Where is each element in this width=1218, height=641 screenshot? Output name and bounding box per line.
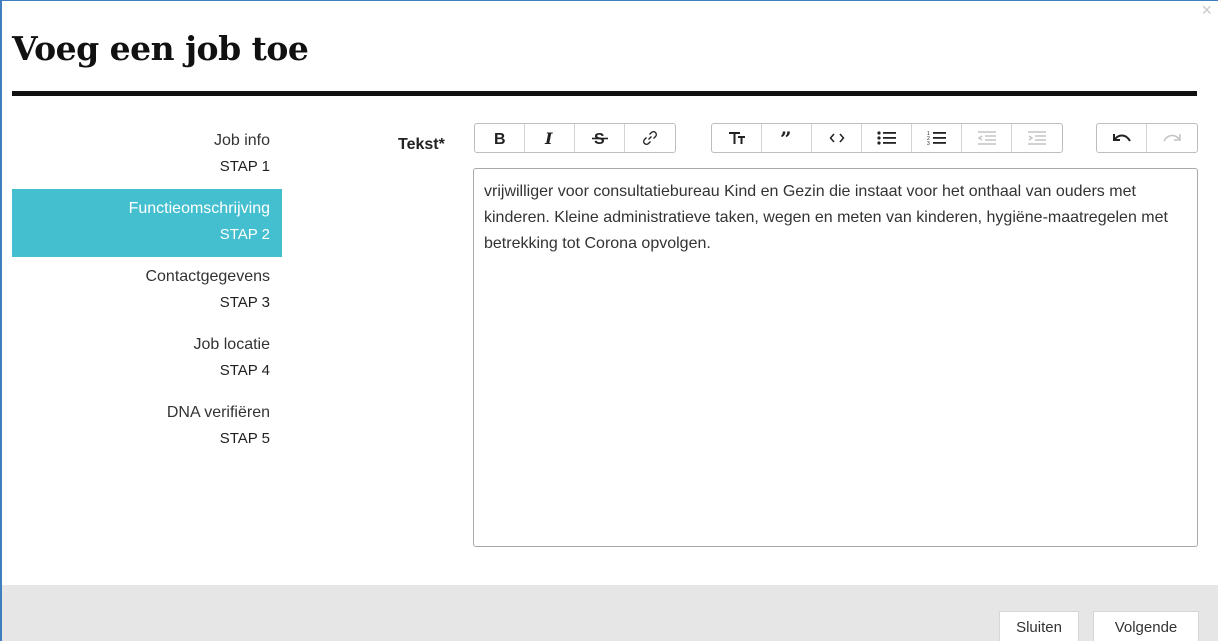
close-button[interactable]: Sluiten [999,611,1079,641]
code-icon[interactable] [812,124,862,152]
svg-text:B: B [494,131,506,146]
indent-icon[interactable] [1012,124,1062,152]
next-button[interactable]: Volgende [1093,611,1199,641]
step-number: STAP 3 [219,294,270,311]
step-number: STAP 2 [219,226,270,243]
toolbar-group-blocks: ” 123 [711,123,1063,153]
step-label: Functieomschrijving [128,200,270,217]
bullet-list-icon[interactable] [862,124,912,152]
svg-text:”: ” [780,130,792,146]
step-job-info[interactable]: Job info STAP 1 [12,121,282,189]
step-navigation: Job info STAP 1 Functieomschrijving STAP… [12,121,282,461]
toolbar-group-text-style: B I S [474,123,676,153]
step-dna-verifieren[interactable]: DNA verifiëren STAP 5 [12,393,282,461]
toolbar-group-history [1096,123,1198,153]
heading-icon[interactable] [712,124,762,152]
step-functieomschrijving[interactable]: Functieomschrijving STAP 2 [12,189,282,257]
numbered-list-icon[interactable]: 123 [912,124,962,152]
step-number: STAP 1 [219,158,270,175]
title-divider [12,91,1197,96]
outdent-icon[interactable] [962,124,1012,152]
undo-icon[interactable] [1097,124,1147,152]
add-job-dialog: × Voeg een job toe Job info STAP 1 Funct… [0,0,1218,641]
step-label: DNA verifiëren [166,404,270,421]
link-icon[interactable] [625,124,675,152]
dialog-title: Voeg een job toe [12,29,309,68]
step-label: Job info [213,132,270,149]
quote-icon[interactable]: ” [762,124,812,152]
svg-text:I: I [544,130,553,146]
bold-icon[interactable]: B [475,124,525,152]
step-contactgegevens[interactable]: Contactgegevens STAP 3 [12,257,282,325]
strikethrough-icon[interactable]: S [575,124,625,152]
step-label: Job locatie [193,336,271,353]
step-number: STAP 4 [219,362,270,379]
rich-text-editor[interactable]: vrijwilliger voor consultatiebureau Kind… [473,168,1198,547]
step-job-locatie[interactable]: Job locatie STAP 4 [12,325,282,393]
redo-icon[interactable] [1147,124,1197,152]
svg-text:3: 3 [927,141,930,146]
italic-icon[interactable]: I [525,124,575,152]
close-icon[interactable]: × [1201,1,1212,19]
step-number: STAP 5 [219,430,270,447]
step-label: Contactgegevens [145,268,270,285]
tekst-label: Tekst* [398,136,445,153]
